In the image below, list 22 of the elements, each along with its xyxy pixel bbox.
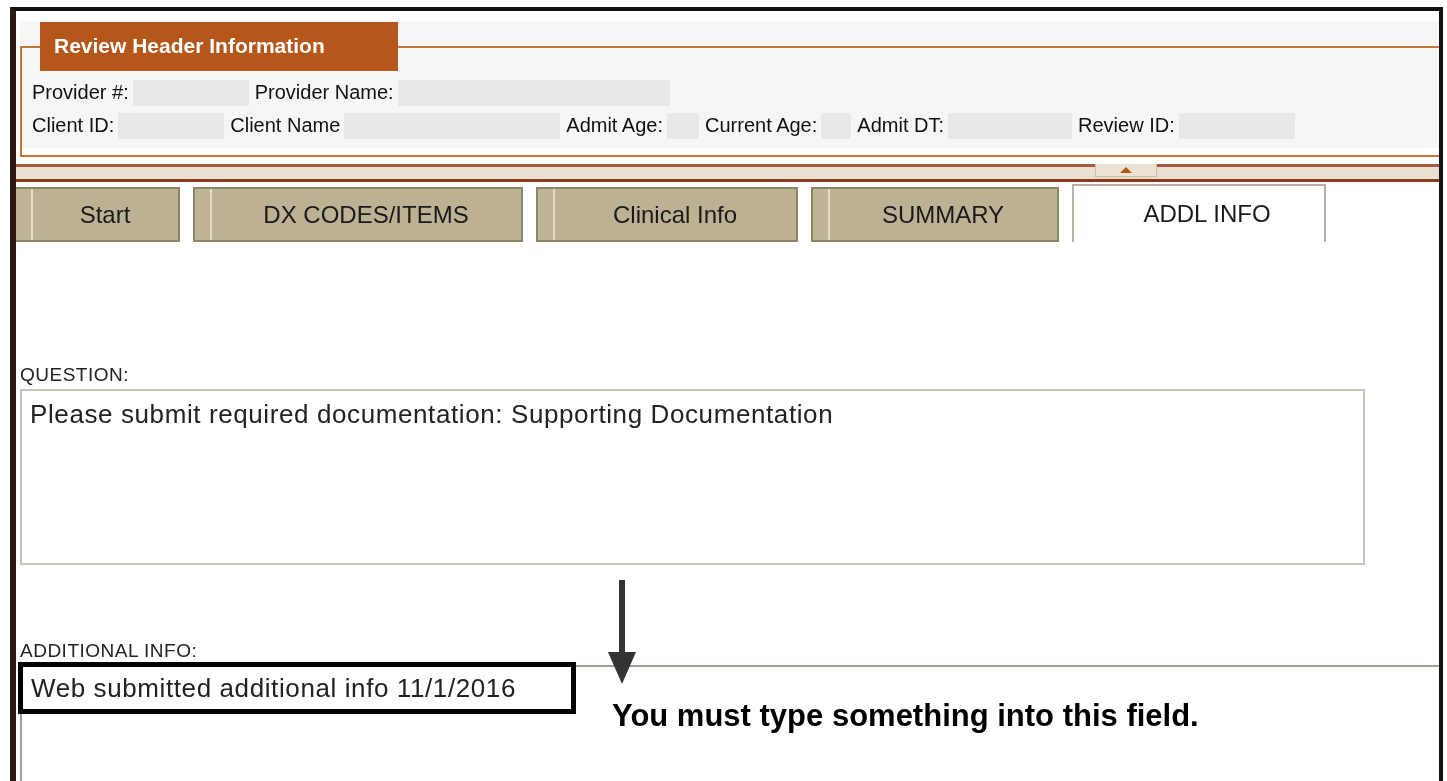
field-label: QUESTION: <box>20 364 130 387</box>
tab[interactable]: Start <box>16 187 180 242</box>
field-label: ADDITIONAL INFO: <box>20 640 199 663</box>
field-label: Admit Age: <box>566 114 663 137</box>
tab[interactable]: ADDL INFO <box>1072 184 1326 242</box>
splitter-bar[interactable] <box>16 164 1439 182</box>
field-label: Admit DT: <box>857 114 944 137</box>
field-label: Current Age: <box>705 114 818 137</box>
collapse-handle[interactable] <box>1095 164 1157 177</box>
field-label: Client ID: <box>32 114 115 137</box>
field-label: Review ID: <box>1078 114 1175 137</box>
question-field: Please submit required documentation: Supporting Documentation <box>20 389 1365 565</box>
field-label: Client Name <box>230 114 341 137</box>
field-value: Web submitted additional info 11/1/2016 <box>31 673 516 703</box>
caret-icon <box>1120 167 1132 173</box>
tab[interactable]: DX CODES/ITEMS <box>193 187 523 242</box>
section-title: Review Header Information <box>40 22 398 71</box>
field-label: Provider Name: <box>254 81 394 104</box>
field-label: Provider #: <box>32 81 129 104</box>
annotation-text: You must type something into this field. <box>612 698 1199 734</box>
tab[interactable]: SUMMARY <box>811 187 1059 242</box>
tab[interactable]: Clinical Info <box>536 187 798 242</box>
